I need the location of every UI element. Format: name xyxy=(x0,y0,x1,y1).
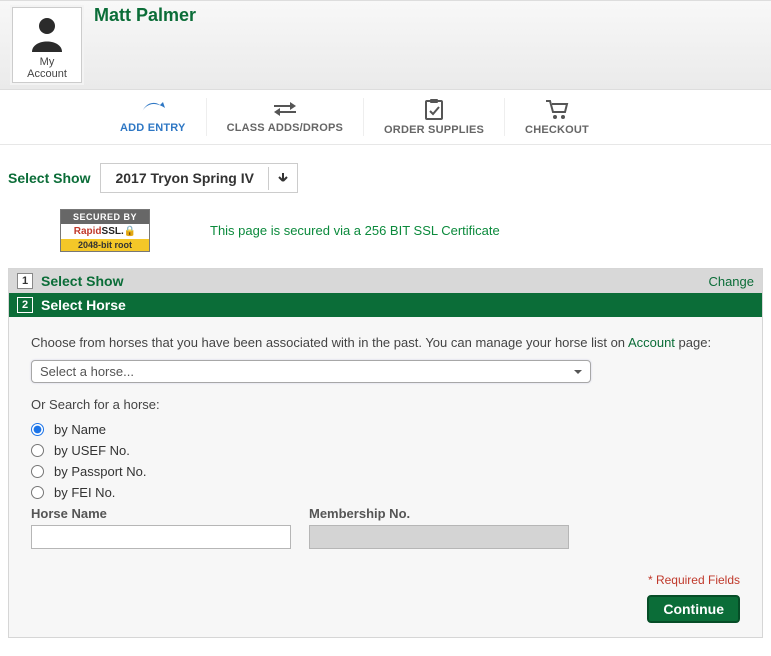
step-2-title: Select Horse xyxy=(41,297,126,313)
nav-order-supplies-label: ORDER SUPPLIES xyxy=(384,124,484,136)
ssl-rapid-text: Rapid xyxy=(74,226,102,237)
horse-icon xyxy=(138,98,168,118)
search-by-radio-group: by Name by USEF No. by Passport No. by F… xyxy=(31,422,740,500)
horse-dropdown[interactable]: Select a horse... xyxy=(31,360,591,383)
select-show-label: Select Show xyxy=(8,170,90,186)
nav-add-entry-label: ADD ENTRY xyxy=(120,122,186,134)
horse-name-input[interactable] xyxy=(31,525,291,549)
ssl-certificate-text: This page is secured via a 256 BIT SSL C… xyxy=(210,223,500,238)
required-fields-note: * Required Fields xyxy=(31,573,740,587)
nav-checkout-label: CHECKOUT xyxy=(525,124,589,136)
cart-icon xyxy=(544,98,570,120)
radio-by-usef-label: by USEF No. xyxy=(54,443,130,458)
step-2-header: 2 Select Horse xyxy=(9,293,762,317)
step-1-change-link[interactable]: Change xyxy=(708,274,754,289)
continue-button[interactable]: Continue xyxy=(647,595,740,623)
instr-post: page: xyxy=(675,335,711,350)
step-1-number: 1 xyxy=(17,273,33,289)
radio-by-fei[interactable] xyxy=(31,486,44,499)
my-account-label: My Account xyxy=(19,56,75,80)
ssl-badge-mid: RapidSSL. xyxy=(61,224,149,239)
horse-name-label: Horse Name xyxy=(31,506,291,521)
main-nav: ADD ENTRY CLASS ADDS/DROPS ORDER SUPPLIE… xyxy=(0,90,771,145)
ssl-badge-bot: 2048-bit root xyxy=(61,239,149,251)
horse-instructions: Choose from horses that you have been as… xyxy=(31,335,740,350)
person-silhouette-icon xyxy=(26,12,68,54)
nav-order-supplies[interactable]: ORDER SUPPLIES xyxy=(364,98,505,136)
my-account-button[interactable]: My Account xyxy=(12,7,82,83)
arrow-down-icon xyxy=(277,171,289,183)
ssl-badge: SECURED BY RapidSSL. 2048-bit root xyxy=(60,209,150,252)
radio-by-passport[interactable] xyxy=(31,465,44,478)
radio-by-usef[interactable] xyxy=(31,444,44,457)
nav-class-adds-drops-label: CLASS ADDS/DROPS xyxy=(227,122,343,134)
nav-add-entry[interactable]: ADD ENTRY xyxy=(100,98,207,136)
radio-by-name-label: by Name xyxy=(54,422,106,437)
account-link[interactable]: Account xyxy=(628,335,675,350)
ssl-badge-top: SECURED BY xyxy=(61,210,149,224)
step-2-number: 2 xyxy=(17,297,33,313)
step-1-header: 1 Select Show Change xyxy=(9,269,762,293)
radio-by-name[interactable] xyxy=(31,423,44,436)
nav-checkout[interactable]: CHECKOUT xyxy=(505,98,609,136)
step-1-title: Select Show xyxy=(41,273,123,289)
radio-by-fei-label: by FEI No. xyxy=(54,485,115,500)
show-selected-value: 2017 Tryon Spring IV xyxy=(101,164,268,192)
show-selector[interactable]: 2017 Tryon Spring IV xyxy=(100,163,298,193)
show-dropdown-toggle[interactable] xyxy=(268,167,297,190)
instr-pre: Choose from horses that you have been as… xyxy=(31,335,628,350)
nav-class-adds-drops[interactable]: CLASS ADDS/DROPS xyxy=(207,98,364,136)
membership-no-input xyxy=(309,525,569,549)
horse-dropdown-placeholder: Select a horse... xyxy=(40,364,134,379)
lock-icon xyxy=(124,226,136,237)
transfer-arrows-icon xyxy=(270,98,300,118)
user-name: Matt Palmer xyxy=(94,5,196,26)
membership-no-label: Membership No. xyxy=(309,506,569,521)
step-2-body: Choose from horses that you have been as… xyxy=(9,317,762,637)
ssl-ssl-text: SSL. xyxy=(102,226,124,237)
clipboard-icon xyxy=(422,98,446,120)
radio-by-passport-label: by Passport No. xyxy=(54,464,147,479)
or-search-label: Or Search for a horse: xyxy=(31,397,740,412)
